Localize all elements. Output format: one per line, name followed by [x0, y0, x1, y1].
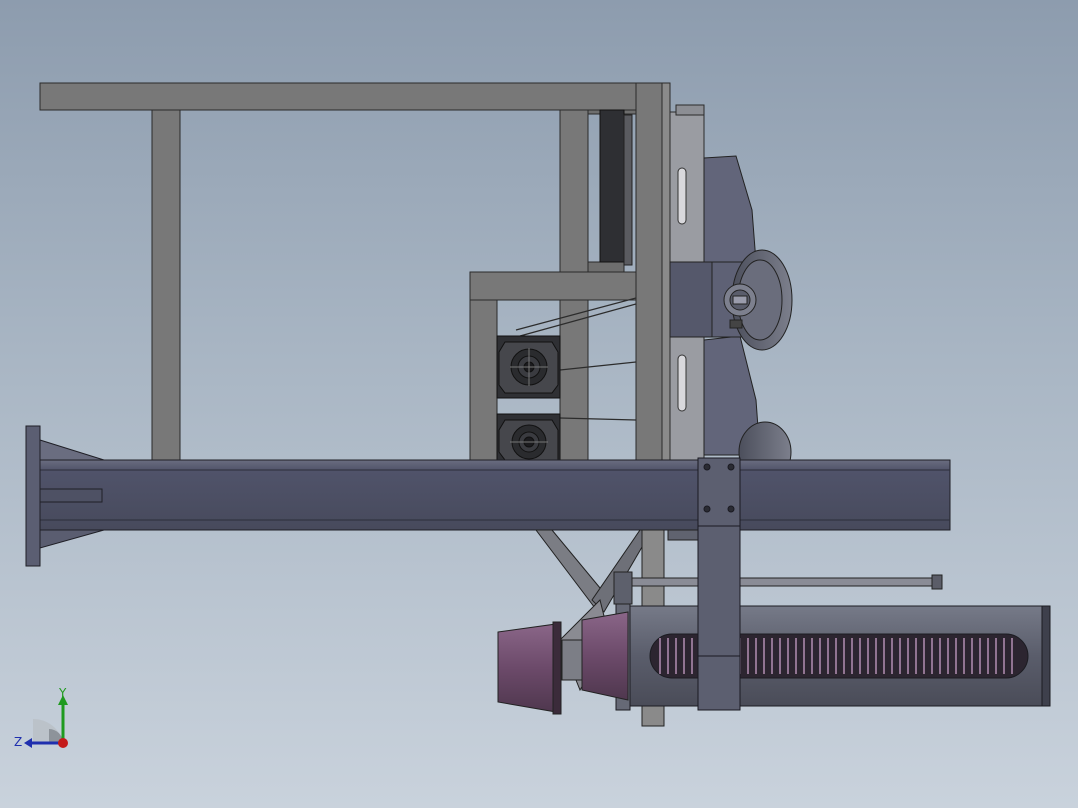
- gray-frame: [39, 82, 671, 464]
- roller-cylinder: [615, 599, 1051, 711]
- frame-top-rail: [39, 82, 671, 111]
- frame-inner-post: [469, 299, 498, 463]
- y-axis-label: Y: [58, 686, 67, 700]
- frame-inner-crossbar: [469, 271, 637, 301]
- front-cone: [497, 623, 557, 713]
- cone-nozzles: [497, 611, 629, 715]
- z-axis-label: Z: [14, 735, 22, 749]
- rear-cone: [581, 611, 629, 701]
- guard-panel: [599, 109, 625, 263]
- orientation-triad: Y Z: [10, 685, 80, 755]
- motor-lower: [496, 413, 561, 463]
- frame-left-post: [151, 109, 181, 463]
- mount-bracket: [697, 457, 741, 711]
- machine-assembly-side-view: [25, 82, 1051, 727]
- motor-upper: [496, 335, 561, 399]
- x-axis-dot: [58, 738, 68, 748]
- end-flange: [25, 425, 41, 567]
- cad-viewport[interactable]: Y Z: [0, 0, 1078, 808]
